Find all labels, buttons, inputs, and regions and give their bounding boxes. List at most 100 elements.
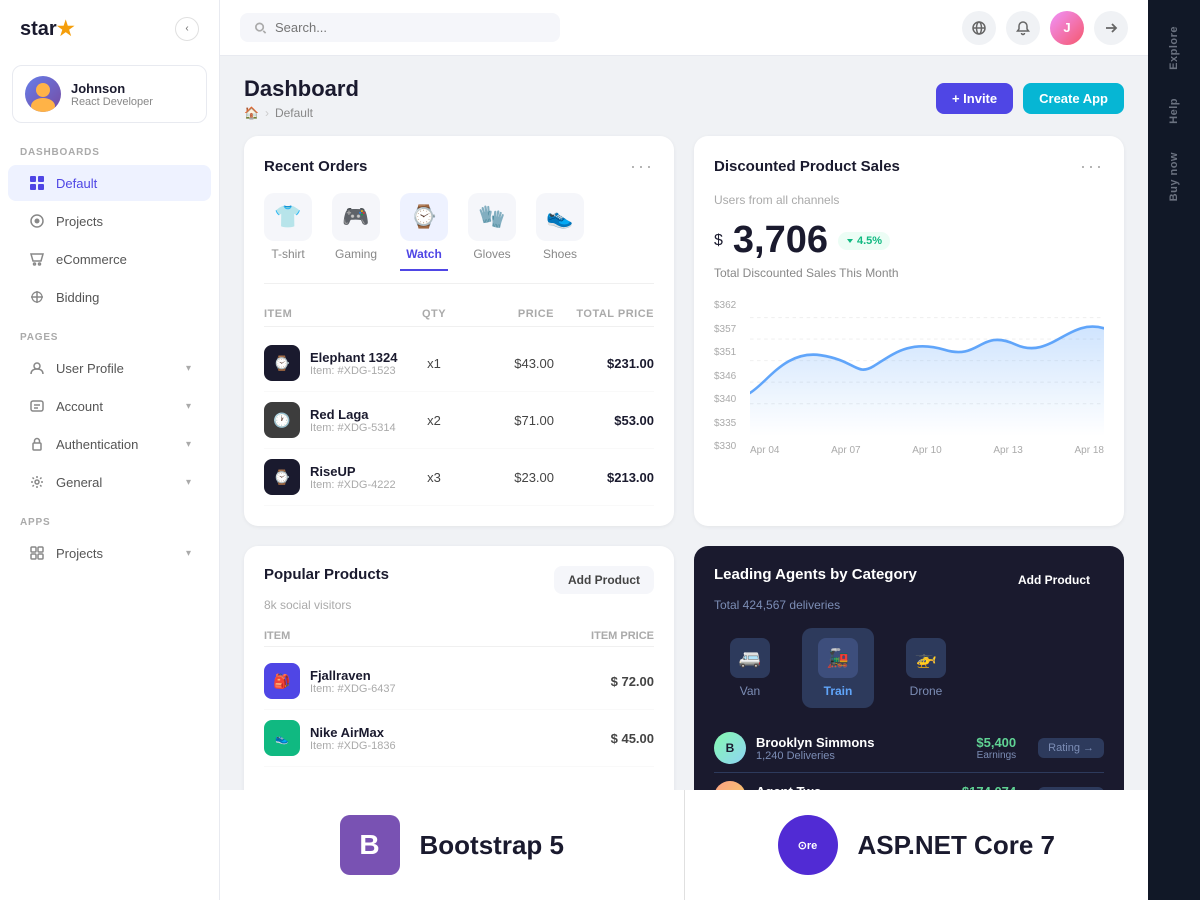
chart-y-label: $340	[714, 394, 736, 405]
agent-earnings-block-1: $5,400 Earnings	[976, 735, 1016, 761]
aspnet-icon-text: ⊙re	[798, 839, 818, 852]
page-title: Dashboard	[244, 76, 359, 102]
breadcrumb-home-icon: 🏠	[244, 106, 259, 120]
topbar: J	[220, 0, 1148, 56]
popular-products-title: Popular Products	[264, 566, 389, 583]
add-product-button-2[interactable]: Add Product	[1004, 566, 1104, 594]
gloves-icon: 🧤	[468, 193, 516, 241]
rating-button-1[interactable]: Rating →	[1038, 738, 1104, 758]
table-row: ⌚ RiseUP Item: #XDG-4222 x3 $23.00 $213.…	[264, 449, 654, 506]
right-panel-buynow[interactable]: Buy now	[1162, 142, 1186, 211]
qty-3: x3	[404, 470, 464, 485]
account-icon	[28, 397, 46, 415]
projects-icon	[28, 212, 46, 230]
sidebar-item-ecommerce[interactable]: eCommerce	[8, 241, 211, 277]
product-info-2: 👟 Nike AirMax Item: #XDG-1836	[264, 720, 554, 756]
sidebar-item-bidding[interactable]: Bidding	[8, 279, 211, 315]
chart-y-label: $330	[714, 441, 736, 452]
list-item: 🎒 Fjallraven Item: #XDG-6437 $ 72.00	[264, 653, 654, 710]
ecommerce-icon	[28, 250, 46, 268]
qty-2: x2	[404, 413, 464, 428]
card-menu-icon[interactable]: ···	[630, 156, 654, 177]
sidebar: star★ ‹ Johnson React Developer DASHBOAR…	[0, 0, 220, 900]
search-box[interactable]	[240, 13, 560, 42]
user-role: React Developer	[71, 96, 153, 108]
dashboards-section-label: DASHBOARDS	[0, 131, 219, 164]
item-info-2: 🕐 Red Laga Item: #XDG-5314	[264, 402, 404, 438]
item-id-1: Item: #XDG-1523	[310, 365, 397, 377]
sidebar-item-account[interactable]: Account ▾	[8, 388, 211, 424]
list-item: 👟 Nike AirMax Item: #XDG-1836 $ 45.00	[264, 710, 654, 767]
tab-shoes[interactable]: 👟 Shoes	[536, 193, 584, 271]
item-name-1: Elephant 1324	[310, 350, 397, 365]
chart-y-labels: $362 $357 $351 $346 $340 $335 $330	[714, 296, 736, 456]
discounted-sales-menu-icon[interactable]: ···	[1080, 156, 1104, 177]
right-panel-explore[interactable]: Explore	[1162, 16, 1186, 80]
page-title-area: Dashboard 🏠 › Default	[244, 76, 359, 120]
product-name-1: Fjallraven	[310, 668, 396, 683]
notification-icon-button[interactable]	[1006, 11, 1040, 45]
agent-tab-van[interactable]: 🚐 Van	[714, 628, 786, 708]
sidebar-collapse-button[interactable]: ‹	[175, 17, 199, 41]
create-app-button[interactable]: Create App	[1023, 83, 1124, 114]
agent-tab-train[interactable]: 🚂 Train	[802, 628, 874, 708]
sidebar-item-general-label: General	[56, 475, 176, 490]
product-price-2: $ 45.00	[554, 731, 654, 746]
right-panel-help[interactable]: Help	[1162, 88, 1186, 134]
gaming-icon: 🎮	[332, 193, 380, 241]
apps-section-label: APPS	[0, 501, 219, 534]
agent-tab-van-label: Van	[740, 684, 760, 698]
user-avatar-topbar[interactable]: J	[1050, 11, 1084, 45]
leading-agents-subtitle: Total 424,567 deliveries	[714, 598, 1104, 612]
item-info-1: ⌚ Elephant 1324 Item: #XDG-1523	[264, 345, 404, 381]
aspnet-icon: ⊙re	[778, 815, 838, 875]
sidebar-item-default[interactable]: Default	[8, 165, 211, 201]
globe-icon-button[interactable]	[962, 11, 996, 45]
tab-gaming[interactable]: 🎮 Gaming	[332, 193, 380, 271]
item-img-2: 🕐	[264, 402, 300, 438]
list-item: B Brooklyn Simmons 1,240 Deliveries $5,4…	[714, 724, 1104, 773]
sidebar-item-default-label: Default	[56, 176, 191, 191]
tab-gloves[interactable]: 🧤 Gloves	[468, 193, 516, 271]
tab-watch[interactable]: ⌚ Watch	[400, 193, 448, 271]
tab-tshirt[interactable]: 👕 T-shirt	[264, 193, 312, 271]
sidebar-item-projects[interactable]: Projects	[8, 203, 211, 239]
sales-description: Total Discounted Sales This Month	[714, 266, 1104, 280]
product-id-1: Item: #XDG-6437	[310, 683, 396, 695]
leading-agents-title: Leading Agents by Category	[714, 566, 917, 583]
product-img-2: 👟	[264, 720, 300, 756]
price-2: $71.00	[464, 413, 554, 428]
total-3: $213.00	[554, 470, 654, 485]
agent-name-1: Brooklyn Simmons	[756, 735, 966, 750]
recent-orders-card: Recent Orders ··· 👕 T-shirt 🎮 Gaming ⌚	[244, 136, 674, 526]
sidebar-item-general[interactable]: General ▾	[8, 464, 211, 500]
total-1: $231.00	[554, 356, 654, 371]
item-id-3: Item: #XDG-4222	[310, 479, 396, 491]
col-item-2: ITEM	[264, 630, 554, 642]
search-input[interactable]	[275, 20, 546, 35]
arrow-right-icon-button[interactable]	[1094, 11, 1128, 45]
tab-watch-label: Watch	[406, 247, 442, 261]
col-price-2: ITEM PRICE	[554, 630, 654, 642]
avatar-initials: J	[1063, 20, 1070, 35]
add-product-button[interactable]: Add Product	[554, 566, 654, 594]
recent-orders-title: Recent Orders	[264, 158, 367, 175]
bootstrap-promo[interactable]: B Bootstrap 5	[220, 790, 685, 900]
sidebar-item-projects-app[interactable]: Projects ▾	[8, 535, 211, 571]
sidebar-item-authentication[interactable]: Authentication ▾	[8, 426, 211, 462]
agent-tab-drone[interactable]: 🚁 Drone	[890, 628, 962, 708]
main-content: J Dashboard 🏠 › Default + Invite Create …	[220, 0, 1148, 900]
sidebar-item-user-profile[interactable]: User Profile ▾	[8, 350, 211, 386]
user-card[interactable]: Johnson React Developer	[12, 65, 207, 123]
discounted-sales-title: Discounted Product Sales	[714, 158, 900, 175]
train-icon: 🚂	[818, 638, 858, 678]
invite-button[interactable]: + Invite	[936, 83, 1013, 114]
chart-y-label: $346	[714, 371, 736, 382]
sidebar-item-bidding-label: Bidding	[56, 290, 191, 305]
item-img-1: ⌚	[264, 345, 300, 381]
chevron-down-icon-2: ▾	[186, 401, 191, 412]
agent-earnings-1: $5,400	[976, 735, 1016, 750]
price-1: $43.00	[464, 356, 554, 371]
aspnet-promo[interactable]: ⊙re ASP.NET Core 7	[685, 790, 1149, 900]
sales-currency: $	[714, 232, 723, 250]
